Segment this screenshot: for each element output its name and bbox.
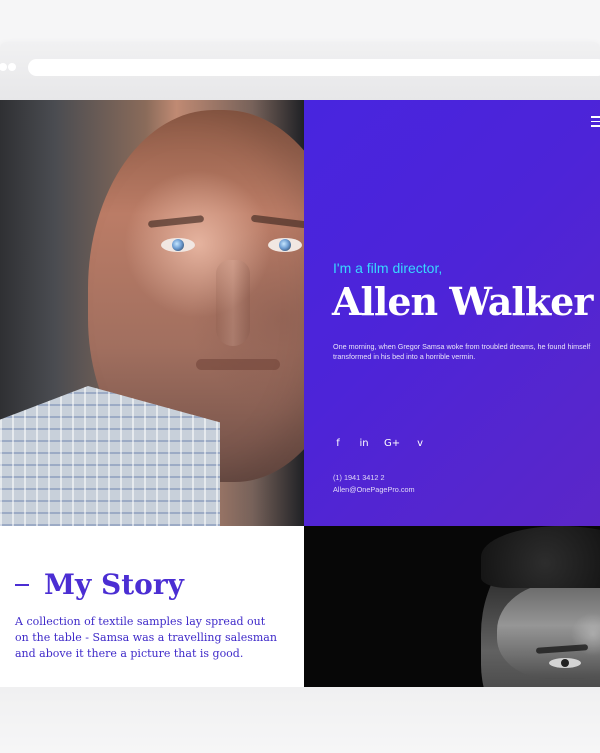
left-eyebrow [147,215,205,228]
director-portrait-photo [0,100,304,526]
social-links: f in G+ v [332,439,426,449]
black-white-portrait-photo [304,526,600,687]
contact-info: (1) 1941 3412 2 Allen@OnePagePro.com [333,472,415,496]
browser-window-chrome [0,0,600,100]
hero-info-panel: I'm a film director, Allen Walker One mo… [304,100,600,526]
my-story-section: My Story A collection of textile samples… [0,526,304,687]
hair-shape [481,526,600,588]
menu-icon[interactable] [591,116,600,127]
bw-eye [549,658,581,668]
facebook-icon[interactable]: f [332,439,344,449]
right-eyebrow [250,214,304,229]
story-heading: My Story [15,570,184,600]
email-address[interactable]: Allen@OnePagePro.com [333,484,415,496]
story-title: My Story [44,568,184,601]
hero-bio: One morning, when Gregor Samsa woke from… [333,342,591,361]
nose-shape [216,260,250,346]
hero-intro-text: I'm a film director, [333,260,443,276]
right-eye [268,238,302,252]
left-eye [161,238,195,252]
window-control-dot [8,63,16,71]
linkedin-icon[interactable]: in [358,439,370,449]
heading-dash [15,584,29,586]
bw-eyebrow [535,644,589,654]
portfolio-page: I'm a film director, Allen Walker One mo… [0,100,600,687]
mouth-shape [196,359,280,370]
vimeo-icon[interactable]: v [414,439,426,449]
story-paragraph: A collection of textile samples lay spre… [15,615,277,660]
page-bottom-shadow [0,687,600,753]
hero-name: Allen Walker [332,279,593,324]
phone-number: (1) 1941 3412 2 [333,473,385,482]
address-bar[interactable] [28,59,600,76]
google-plus-icon[interactable]: G+ [384,439,400,449]
